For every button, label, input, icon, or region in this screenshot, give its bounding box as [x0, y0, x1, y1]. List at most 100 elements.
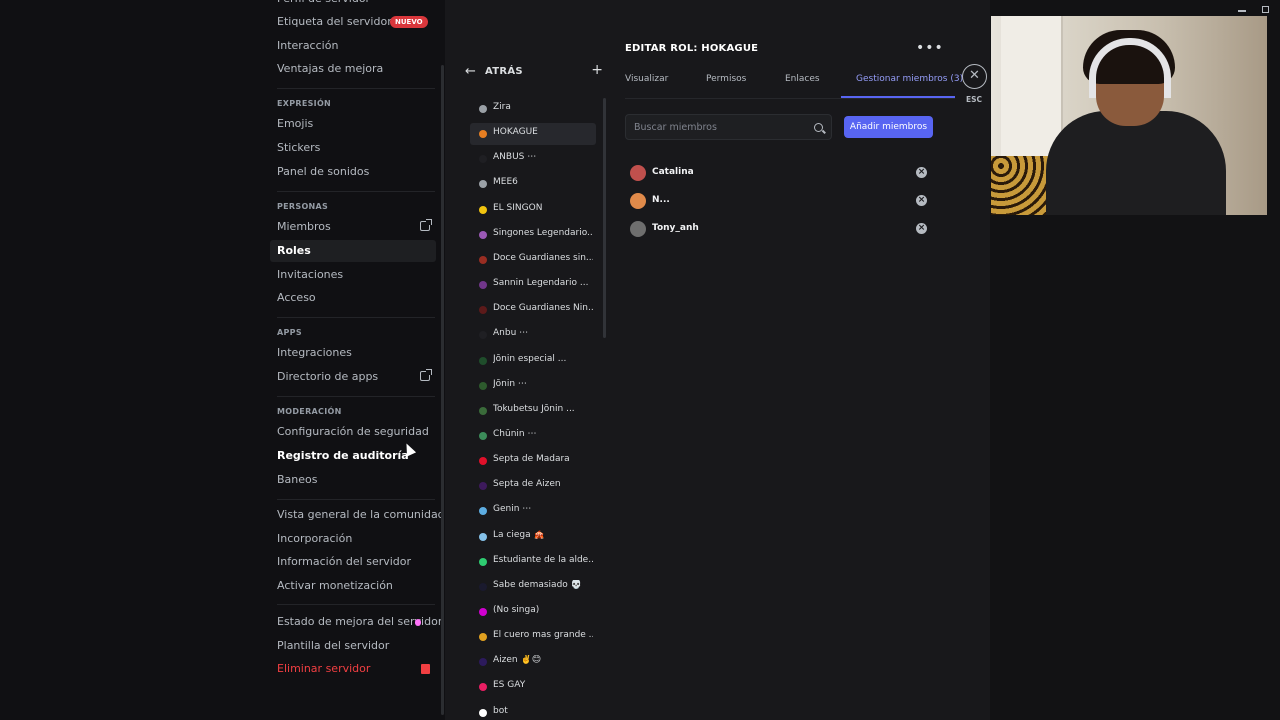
sidebar-item-incorporacion[interactable]: Incorporación: [270, 528, 436, 550]
avatar: [630, 221, 646, 237]
sidebar-item-comunidad[interactable]: Vista general de la comunidad: [270, 504, 445, 526]
sidebar-item-informacion[interactable]: Información del servidor: [270, 551, 436, 573]
divider: [277, 88, 435, 89]
app-root: Perfil de servidor Etiqueta del servidor…: [0, 0, 1280, 720]
role-name: Sannin Legendario ...: [493, 278, 589, 289]
role-item[interactable]: HOKAGUE: [470, 123, 596, 146]
sidebar-item-plantilla[interactable]: Plantilla del servidor: [270, 635, 436, 657]
member-name: Catalina: [652, 167, 694, 177]
sidebar-item-acceso[interactable]: Acceso: [270, 287, 436, 309]
role-name: Tokubetsu Jōnin ...: [493, 403, 575, 414]
sidebar-item-integraciones[interactable]: Integraciones: [270, 342, 436, 364]
add-role-icon[interactable]: +: [591, 63, 603, 77]
role-name: El cuero mas grande ...: [493, 630, 593, 641]
webcam-person-arm: [1053, 151, 1083, 201]
role-item[interactable]: Tokubetsu Jōnin ...: [470, 400, 596, 422]
sidebar-item-roles[interactable]: Roles: [270, 240, 436, 262]
sidebar-scrollbar[interactable]: [441, 65, 444, 715]
role-item[interactable]: Chūnin ⋯: [470, 425, 596, 447]
role-item[interactable]: Genin ⋯: [470, 500, 596, 522]
add-members-button[interactable]: Añadir miembros: [844, 116, 933, 138]
member-row: Tony_anh ×: [630, 220, 930, 238]
role-color-dot: [479, 306, 487, 315]
tab-visualizar[interactable]: Visualizar: [625, 74, 668, 84]
role-name: Anbu ⋯: [493, 328, 529, 339]
role-item[interactable]: ANBUS ⋯: [470, 148, 596, 170]
role-item[interactable]: Doce Guardianes Nin...: [470, 299, 596, 321]
roles-header: ← ATRÁS +: [465, 63, 603, 81]
tab-permisos[interactable]: Permisos: [706, 74, 746, 84]
tab-enlaces[interactable]: Enlaces: [785, 74, 820, 84]
role-item[interactable]: Zira: [470, 98, 596, 120]
minimize-icon[interactable]: [1238, 10, 1246, 12]
search-placeholder: Buscar miembros: [634, 122, 717, 133]
roles-scrollbar[interactable]: [603, 98, 606, 338]
arrow-left-icon[interactable]: ←: [465, 65, 476, 78]
role-item[interactable]: Jōnin especial ...: [470, 350, 596, 372]
new-badge: NUEVO: [390, 16, 428, 28]
role-name: Septa de Aizen: [493, 479, 561, 490]
settings-sidebar: Perfil de servidor Etiqueta del servidor…: [0, 0, 445, 720]
external-link-icon: [420, 219, 432, 231]
sidebar-item-monetizacion[interactable]: Activar monetización: [270, 575, 436, 597]
sidebar-item-directorio[interactable]: Directorio de apps: [270, 366, 436, 388]
sidebar-item-seguridad[interactable]: Configuración de seguridad: [270, 421, 436, 443]
sidebar-item-invitaciones[interactable]: Invitaciones: [270, 264, 436, 286]
maximize-icon[interactable]: [1262, 6, 1269, 13]
role-name: Aizen ✌️😊: [493, 655, 542, 666]
close-button[interactable]: ✕: [962, 64, 987, 89]
role-item[interactable]: (No singa): [470, 601, 596, 623]
remove-member-icon[interactable]: ×: [916, 167, 927, 178]
sidebar-item-baneos[interactable]: Baneos: [270, 469, 436, 491]
role-item[interactable]: Sabe demasiado 💀: [470, 576, 596, 598]
divider: [277, 191, 435, 192]
role-item[interactable]: Jōnin ⋯: [470, 375, 596, 397]
sidebar-item-sonidos[interactable]: Panel de sonidos: [270, 161, 436, 183]
role-color-dot: [479, 557, 487, 566]
role-item[interactable]: Sannin Legendario ...: [470, 274, 596, 296]
section-header-expresion: EXPRESIÓN: [277, 99, 332, 108]
role-item[interactable]: bot: [470, 702, 596, 720]
role-item[interactable]: MEE6: [470, 173, 596, 195]
page-title: EDITAR ROL: HOKAGUE: [625, 43, 759, 54]
role-item[interactable]: La ciega 🎪: [470, 526, 596, 548]
sidebar-item-stickers[interactable]: Stickers: [270, 137, 436, 159]
role-name: La ciega 🎪: [493, 529, 545, 540]
remove-member-icon[interactable]: ×: [916, 223, 927, 234]
roles-panel: ← ATRÁS + Zira HOKAGUE ANBUS ⋯ MEE6 EL SINGO…: [445, 0, 610, 720]
role-item[interactable]: Septa de Madara: [470, 450, 596, 472]
more-options-icon[interactable]: •••: [916, 40, 944, 56]
divider: [277, 396, 435, 397]
role-color-dot: [479, 155, 487, 164]
tab-gestionar-miembros[interactable]: Gestionar miembros (3): [856, 74, 963, 84]
role-item[interactable]: Anbu ⋯: [470, 324, 596, 346]
role-color-dot: [479, 331, 487, 340]
role-name: Estudiante de la alde...: [493, 554, 593, 565]
role-item[interactable]: Aizen ✌️😊: [470, 651, 596, 673]
search-input[interactable]: Buscar miembros: [625, 114, 832, 140]
sidebar-item-emojis[interactable]: Emojis: [270, 113, 436, 135]
back-button[interactable]: ATRÁS: [485, 66, 523, 77]
role-item[interactable]: EL SINGON: [470, 199, 596, 221]
sidebar-item-perfil-servidor[interactable]: Perfil de servidor: [270, 0, 436, 10]
role-name: Jōnin especial ...: [493, 353, 567, 364]
sidebar-item-ventajas[interactable]: Ventajas de mejora: [270, 58, 436, 80]
role-item[interactable]: Singones Legendario...: [470, 224, 596, 246]
role-name: Jōnin ⋯: [493, 378, 527, 389]
sidebar-item-etiqueta[interactable]: Etiqueta del servidor NUEVO: [270, 11, 436, 33]
sidebar-item-miembros[interactable]: Miembros: [270, 216, 436, 238]
sidebar-item-interaccion[interactable]: Interacción: [270, 35, 436, 57]
sidebar-item-estado-mejora[interactable]: Estado de mejora del servidor: [270, 611, 442, 633]
role-item[interactable]: Estudiante de la alde...: [470, 551, 596, 573]
role-item[interactable]: El cuero mas grande ...: [470, 626, 596, 648]
role-item[interactable]: Doce Guardianes sin...: [470, 249, 596, 271]
remove-member-icon[interactable]: ×: [916, 195, 927, 206]
sidebar-item-eliminar[interactable]: Eliminar servidor: [270, 658, 436, 680]
member-row: Catalina ×: [630, 164, 930, 182]
role-item[interactable]: Septa de Aizen: [470, 475, 596, 497]
role-color-dot: [479, 180, 487, 189]
search-icon: [814, 123, 823, 132]
role-item[interactable]: ES GAY: [470, 676, 596, 698]
section-header-moderacion: MODERACIÓN: [277, 407, 342, 416]
role-name: Singones Legendario...: [493, 227, 593, 238]
